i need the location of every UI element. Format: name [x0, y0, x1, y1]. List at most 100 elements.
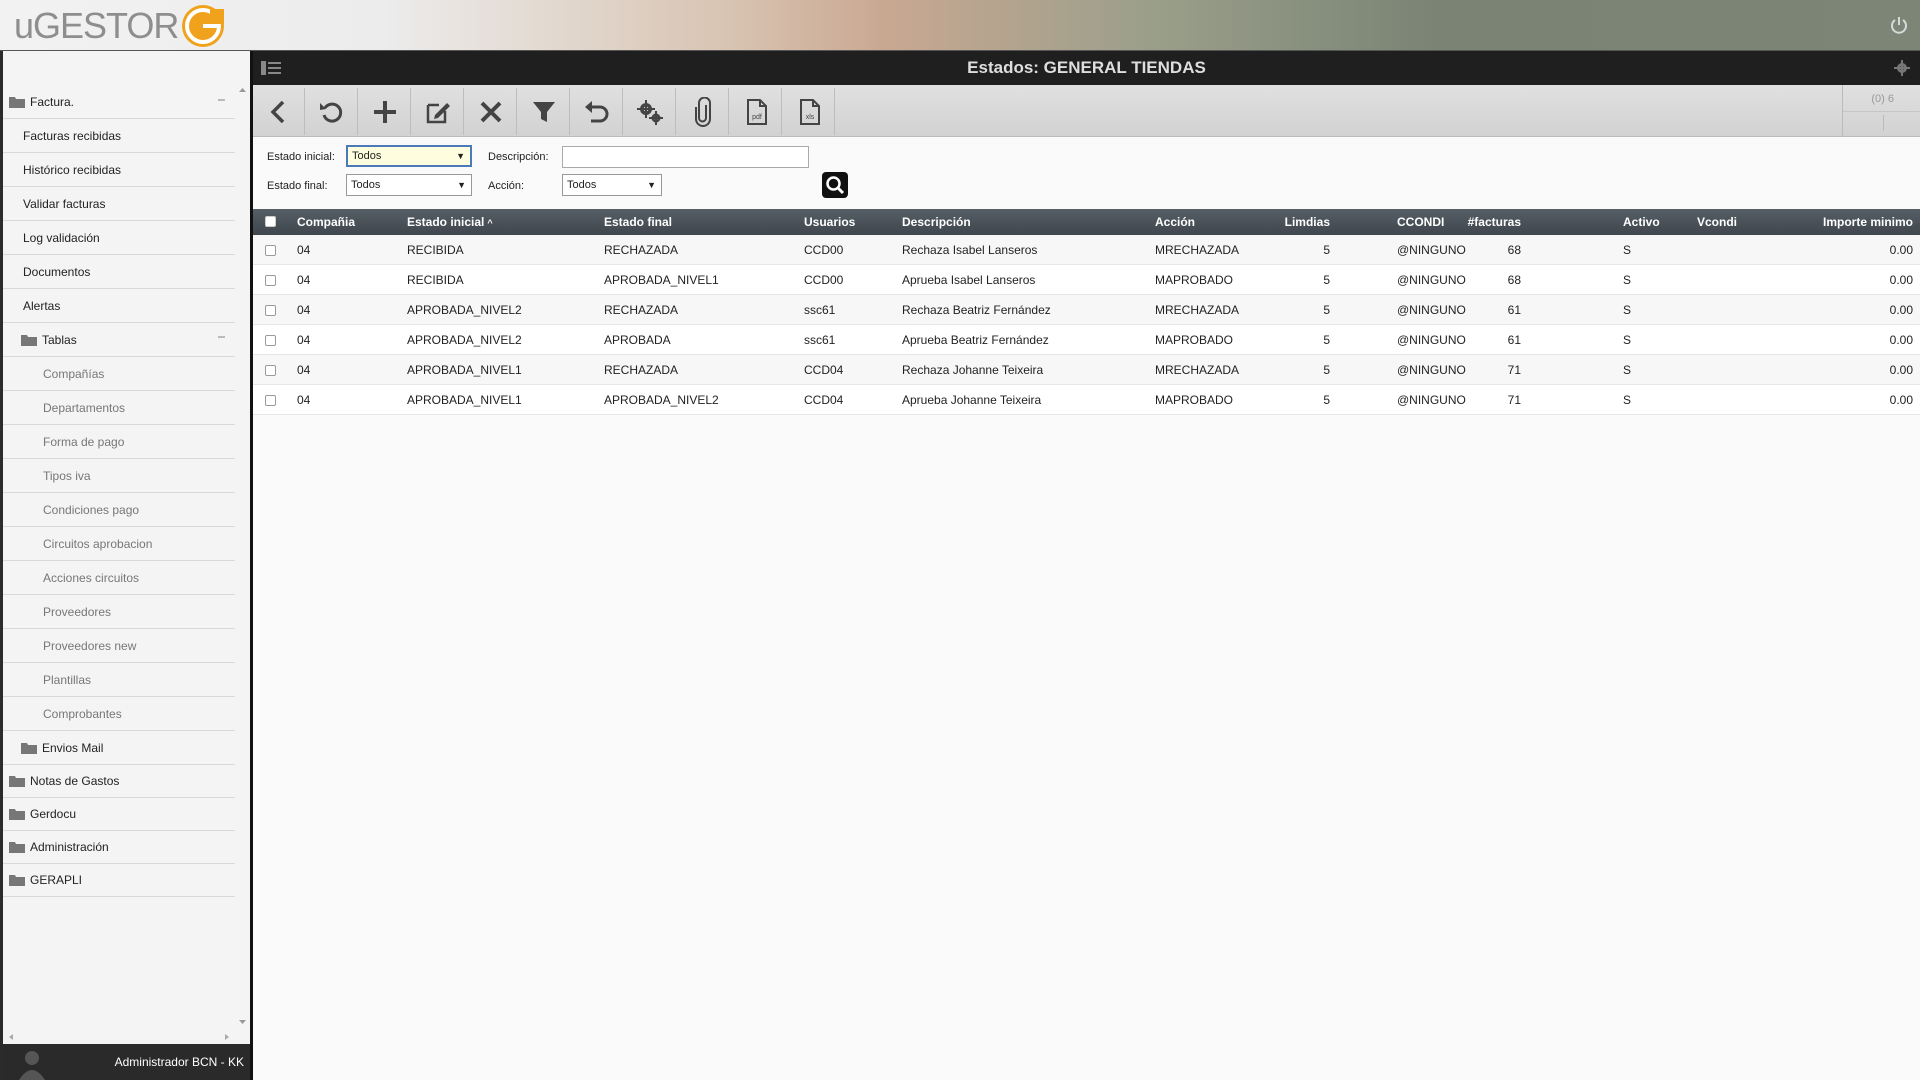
- sidebar-item-label: Documentos: [23, 264, 91, 279]
- sidebar-item-plantillas[interactable]: Plantillas: [3, 663, 235, 697]
- sidebar-item-label: Validar facturas: [23, 196, 106, 211]
- table-cell: 5: [1323, 363, 1330, 377]
- chevron-down-icon: ▼: [647, 180, 656, 190]
- column-header-label: Compañia: [297, 215, 356, 229]
- table-row[interactable]: 04 APROBADA_NIVEL1 APROBADA_NIVEL2 CCD04 Apr…: [253, 385, 1920, 415]
- row-checkbox[interactable]: [265, 335, 276, 346]
- column-header[interactable]: Activo: [1623, 209, 1683, 235]
- accion-label: Acción:: [488, 180, 525, 192]
- pdf-label: pdf: [752, 114, 762, 121]
- sidebar-item-condiciones-pago[interactable]: Condiciones pago: [3, 493, 235, 527]
- row-checkbox[interactable]: [265, 275, 276, 286]
- table-cell: CCD04: [804, 393, 844, 407]
- estado-final-select[interactable]: Todos ▼: [346, 174, 472, 196]
- table-row[interactable]: 04 APROBADA_NIVEL2 RECHAZADA ssc61 Rechaza B…: [253, 295, 1920, 325]
- column-header-label: Limdias: [1284, 215, 1330, 229]
- attach-button[interactable]: [677, 88, 729, 135]
- user-bar[interactable]: Administrador BCN - KK: [3, 1044, 250, 1080]
- column-header[interactable]: Limdias: [1274, 209, 1330, 235]
- sidebar-item-documentos[interactable]: Documentos: [3, 255, 235, 289]
- sidebar-item-companias[interactable]: Compañías: [3, 357, 235, 391]
- sidebar-hscrollbar[interactable]: [3, 1030, 235, 1044]
- settings-top-icon[interactable]: [1894, 60, 1910, 76]
- sidebar-item-label: Acciones circuitos: [43, 570, 140, 585]
- select-all-checkbox[interactable]: [265, 216, 276, 227]
- sidebar-item-tablas[interactable]: Tablas: [3, 323, 235, 357]
- sidebar-item-comprobantes[interactable]: Comprobantes: [3, 697, 235, 731]
- table-row[interactable]: 04 APROBADA_NIVEL2 APROBADA ssc61 Aprueba Be…: [253, 325, 1920, 355]
- sidebar-scrollbar[interactable]: [235, 86, 250, 1030]
- sidebar-item-label: Proveedores: [43, 604, 112, 619]
- column-header[interactable]: Vcondi: [1697, 209, 1777, 235]
- pdf-button[interactable]: pdf: [730, 88, 782, 135]
- sidebar-item-forma-de-pago[interactable]: Forma de pago: [3, 425, 235, 459]
- accion-select[interactable]: Todos ▼: [562, 174, 662, 196]
- table-row[interactable]: 04 RECIBIDA RECHAZADA CCD00 Rechaza Isabel L…: [253, 235, 1920, 265]
- collapse-icon[interactable]: [218, 336, 225, 338]
- table-row[interactable]: 04 APROBADA_NIVEL1 RECHAZADA CCD04 Rechaza J…: [253, 355, 1920, 385]
- table-cell: APROBADA_NIVEL2: [407, 333, 522, 347]
- collapse-icon[interactable]: [218, 99, 225, 101]
- sidebar-item-tipos-iva[interactable]: Tipos iva: [3, 459, 235, 493]
- folder-icon: [21, 742, 42, 754]
- sidebar-item-factura[interactable]: Factura.: [3, 86, 235, 119]
- sidebar-item-acciones-circuitos[interactable]: Acciones circuitos: [3, 561, 235, 595]
- sidebar-item-administracion[interactable]: Administración: [3, 831, 235, 864]
- settings-button[interactable]: [624, 88, 676, 135]
- edit-button[interactable]: [412, 88, 464, 135]
- sidebar-item-facturas-recibidas[interactable]: Facturas recibidas: [3, 119, 235, 153]
- row-checkbox[interactable]: [265, 395, 276, 406]
- table-row[interactable]: 04 RECIBIDA APROBADA_NIVEL1 CCD00 Aprueba Is…: [253, 265, 1920, 295]
- table-cell: APROBADA_NIVEL1: [407, 393, 522, 407]
- column-header-label: Vcondi: [1697, 215, 1738, 229]
- column-header-label: Usuarios: [804, 215, 856, 229]
- refresh-button[interactable]: [306, 88, 358, 135]
- undo-icon: [584, 100, 608, 122]
- sidebar-item-label: Administración: [30, 840, 109, 854]
- sidebar-item-proveedores-new[interactable]: Proveedores new: [3, 629, 235, 663]
- attach-icon: [694, 96, 711, 127]
- sidebar-item-envios-mail[interactable]: Envios Mail: [3, 731, 235, 765]
- column-header[interactable]: #facturas: [1443, 209, 1521, 235]
- scroll-arrows-icon: [239, 88, 246, 1024]
- table-cell: 04: [297, 363, 311, 377]
- sidebar-item-proveedores[interactable]: Proveedores: [3, 595, 235, 629]
- filter-icon: [532, 101, 555, 122]
- column-header[interactable]: Importe minimo: [1793, 209, 1913, 235]
- sidebar-item-validar-facturas[interactable]: Validar facturas: [3, 187, 235, 221]
- sidebar-item-alertas[interactable]: Alertas: [3, 289, 235, 323]
- folder-icon: [9, 96, 30, 108]
- row-checkbox[interactable]: [265, 365, 276, 376]
- sidebar-item-label: Tipos iva: [43, 468, 91, 483]
- delete-button[interactable]: [465, 88, 517, 135]
- add-button[interactable]: [359, 88, 411, 135]
- sidebar-item-gerapli[interactable]: GERAPLI: [3, 864, 235, 897]
- descripcion-input[interactable]: [562, 146, 809, 168]
- search-button[interactable]: [822, 172, 848, 198]
- undo-button[interactable]: [571, 88, 623, 135]
- column-header[interactable]: Estado final: [604, 209, 784, 235]
- pager-divider: [1843, 111, 1920, 112]
- row-checkbox[interactable]: [265, 305, 276, 316]
- pager: (0) 6: [1842, 85, 1920, 137]
- filter-button[interactable]: [518, 88, 570, 135]
- sidebar-item-log-validacion[interactable]: Log validación: [3, 221, 235, 255]
- column-header-label: Estado final: [604, 215, 673, 229]
- sidebar-item-notas-de-gastos[interactable]: Notas de Gastos: [3, 765, 235, 798]
- sidebar-item-historico-recibidas[interactable]: Histórico recibidas: [3, 153, 235, 187]
- sidebar-item-circuitos-aprobacion[interactable]: Circuitos aprobacion: [3, 527, 235, 561]
- column-header[interactable]: Usuarios: [804, 209, 894, 235]
- page-title: Estados: GENERAL TIENDAS: [967, 58, 1206, 77]
- column-header[interactable]: Descripción: [902, 209, 1142, 235]
- column-header[interactable]: Compañia: [297, 209, 377, 235]
- row-checkbox[interactable]: [265, 245, 276, 256]
- table-cell: Rechaza Beatriz Fernández: [902, 303, 1051, 317]
- sidebar-item-departamentos[interactable]: Departamentos: [3, 391, 235, 425]
- power-icon[interactable]: [1890, 16, 1908, 34]
- back-button[interactable]: [253, 88, 305, 135]
- xls-button[interactable]: xls: [783, 88, 835, 135]
- delete-icon: [480, 101, 501, 122]
- sidebar-item-gerdocu[interactable]: Gerdocu: [3, 798, 235, 831]
- estado-inicial-select[interactable]: Todos ▼: [346, 145, 472, 167]
- column-header[interactable]: Estado inicial ^: [407, 209, 587, 236]
